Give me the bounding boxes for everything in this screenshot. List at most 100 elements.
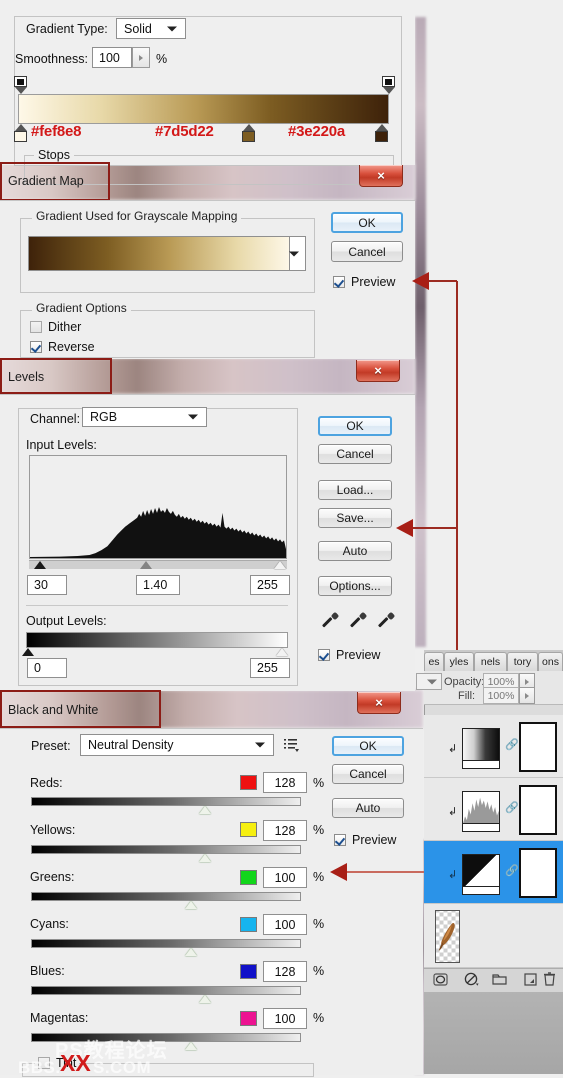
delete-layer-icon[interactable] [542,971,557,986]
color-stop-3[interactable] [375,124,388,142]
opacity-stop-left[interactable] [14,76,27,94]
levels-load-button[interactable]: Load... [318,480,392,500]
gray-point-eyedropper-icon[interactable] [348,612,368,632]
cyans-value-field[interactable]: 100 [263,914,307,935]
black-and-white-preview-row[interactable]: Preview [334,833,396,847]
input-shadow-slider[interactable] [34,561,46,569]
white-point-eyedropper-icon[interactable] [376,612,396,632]
new-layer-icon[interactable] [523,972,538,987]
gradient-map-layer-thumbnail-footer [462,761,500,769]
black-and-white-preview-checkbox[interactable] [334,834,346,846]
gradient-map-layer-thumbnail[interactable] [462,728,500,761]
output-white-field[interactable]: 255 [250,658,290,678]
opacity-stop-right[interactable] [382,76,395,94]
fill-field[interactable]: 100% [483,687,519,704]
smoothness-input[interactable]: 100 [92,47,132,68]
input-gamma-field[interactable]: 1.40 [136,575,180,595]
black-point-eyedropper-icon[interactable] [320,612,340,632]
tab-layers[interactable]: es [424,652,444,671]
gradient-map-layer-mask[interactable] [519,722,557,772]
layer-link-icon-1[interactable]: 🔗 [505,738,519,751]
levels-cancel-button[interactable]: Cancel [318,444,392,464]
output-white-slider[interactable] [276,648,288,656]
fill-stepper[interactable] [519,687,535,704]
reds-value-field[interactable]: 128 [263,772,307,793]
dither-checkbox[interactable] [30,321,42,333]
levels-preview-label: Preview [336,648,381,662]
gradient-map-close-button[interactable]: × [359,165,403,187]
gradient-type-select[interactable]: Solid [116,18,186,39]
gradient-preview-bar[interactable] [18,94,389,124]
magentas-slider-thumb[interactable] [185,1042,197,1050]
levels-preview-row[interactable]: Preview [318,648,380,662]
gradient-map-ok-button[interactable]: OK [331,212,403,233]
levels-close-button[interactable]: × [356,360,400,382]
tab-channels[interactable]: nels [474,652,507,671]
black-and-white-close-button[interactable]: × [357,692,401,714]
color-stop-2[interactable] [242,124,255,142]
reds-slider-track[interactable] [31,797,301,806]
black-and-white-ok-button[interactable]: OK [332,736,404,756]
tab-styles[interactable]: yles [444,652,474,671]
gradient-map-cancel-button[interactable]: Cancel [331,241,403,262]
layer-link-icon-3[interactable]: 🔗 [505,864,519,877]
dither-checkbox-row[interactable]: Dither [30,320,81,334]
input-highlight-field[interactable]: 255 [250,575,290,595]
greens-slider-track[interactable] [31,892,301,901]
greens-slider-thumb[interactable] [185,901,197,909]
greens-label: Greens: [30,870,75,884]
input-highlight-slider[interactable] [274,561,286,569]
levels-ok-button[interactable]: OK [318,416,392,436]
output-black-slider[interactable] [22,648,34,656]
greens-value-field[interactable]: 100 [263,867,307,888]
image-layer-thumbnail[interactable] [435,910,460,963]
input-shadow-field[interactable]: 30 [27,575,67,595]
layer-style-icon[interactable] [464,972,479,987]
levels-layer-mask[interactable] [519,785,557,835]
yellows-slider-thumb[interactable] [199,854,211,862]
preset-menu-glyph [284,739,299,752]
reds-slider-thumb[interactable] [199,806,211,814]
levels-options-button[interactable]: Options... [318,576,392,596]
preset-menu-icon[interactable] [283,737,299,752]
black-and-white-layer-thumbnail[interactable] [462,854,500,887]
levels-save-button[interactable]: Save... [318,508,392,528]
channel-select[interactable]: RGB [82,407,207,427]
levels-histogram[interactable] [29,455,287,559]
levels-layer-thumbnail[interactable] [462,791,500,824]
yellows-value-field[interactable]: 128 [263,820,307,841]
blues-slider-track[interactable] [31,986,301,995]
levels-auto-button[interactable]: Auto [318,541,392,561]
color-stop-1[interactable] [14,124,27,142]
tint-checkbox[interactable] [38,1057,50,1069]
smoothness-stepper[interactable] [132,47,150,68]
gradient-map-gradient-picker[interactable] [28,236,306,271]
gradient-map-preview-row[interactable]: Preview [333,275,395,289]
blues-value-field[interactable]: 128 [263,961,307,982]
input-levels-track[interactable] [29,560,287,569]
yellows-percent: % [313,823,325,837]
gradient-map-preview-checkbox[interactable] [333,276,345,288]
magentas-value-field[interactable]: 100 [263,1008,307,1029]
preset-select[interactable]: Neutral Density [80,734,274,756]
cyans-slider-track[interactable] [31,939,301,948]
tab-history[interactable]: tory [507,652,538,671]
black-and-white-auto-button[interactable]: Auto [332,798,404,818]
black-and-white-layer-mask[interactable] [519,848,557,898]
tab-actions[interactable]: ons [538,652,563,671]
output-levels-ramp[interactable] [26,632,288,648]
magentas-slider-track[interactable] [31,1033,301,1042]
reverse-checkbox-row[interactable]: Reverse [30,340,95,354]
blues-slider-thumb[interactable] [199,995,211,1003]
black-and-white-cancel-button[interactable]: Cancel [332,764,404,784]
layer-link-icon-2[interactable]: 🔗 [505,801,519,814]
new-group-icon[interactable] [492,972,507,987]
reverse-checkbox[interactable] [30,341,42,353]
blend-mode-select[interactable] [416,673,442,690]
output-black-field[interactable]: 0 [27,658,67,678]
levels-preview-checkbox[interactable] [318,649,330,661]
link-layers-icon[interactable] [433,972,448,987]
yellows-slider-track[interactable] [31,845,301,854]
input-gamma-slider[interactable] [140,561,152,569]
cyans-slider-thumb[interactable] [185,948,197,956]
